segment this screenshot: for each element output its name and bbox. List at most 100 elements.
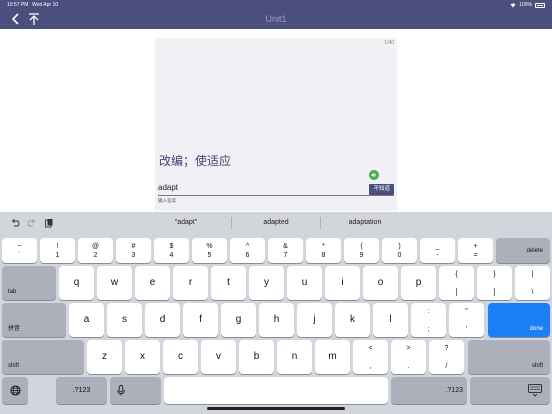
symbol-key-z-1-upper: > (406, 345, 411, 352)
redo-icon[interactable] (27, 218, 37, 228)
symbol-key-q-1[interactable]: }] (477, 266, 512, 300)
key-s[interactable]: s (107, 303, 142, 337)
symbol-key-a-1[interactable]: " ' (449, 303, 484, 337)
symbol-key-a-1-lower: ' (465, 326, 468, 333)
key-l[interactable]: l (373, 303, 408, 337)
suggestion-2[interactable]: adapted (232, 212, 320, 234)
tab-key-label: tab (8, 289, 17, 295)
hide-keyboard-key[interactable] (470, 377, 550, 404)
dont-know-button[interactable]: 不知道 (369, 184, 394, 195)
answer-input[interactable] (158, 183, 358, 192)
key-w[interactable]: w (97, 266, 132, 300)
shift-left-label: shift (8, 363, 20, 369)
key-q[interactable]: q (59, 266, 94, 300)
number-key-4-lower: 4 (169, 252, 174, 259)
number-key-3-lower: 3 (131, 252, 136, 259)
battery-percent: 100% (519, 2, 532, 8)
key-e[interactable]: e (135, 266, 170, 300)
numbers-key-left-label: .?123 (72, 387, 91, 394)
key-d[interactable]: d (145, 303, 180, 337)
key-t[interactable]: t (211, 266, 246, 300)
clipboard-icon[interactable] (44, 218, 54, 228)
key-u[interactable]: u (287, 266, 322, 300)
speaker-icon[interactable] (369, 170, 379, 180)
number-key-8[interactable]: * 8 (306, 238, 341, 263)
number-key-12-upper: + (473, 243, 478, 250)
app-screen: 10:57 PM Wed Apr 10 100% Unit1 1/40 改编；使… (0, 0, 552, 414)
tab-key[interactable]: tab (2, 266, 56, 300)
symbol-key-a-0-upper: : (427, 308, 430, 315)
number-key-2-lower: 2 (93, 252, 98, 259)
shift-right-label: shift (531, 363, 543, 369)
number-key-2[interactable]: @2 (78, 238, 113, 263)
space-bar[interactable] (164, 377, 388, 404)
number-key-5[interactable]: % 5 (192, 238, 227, 263)
wifi-icon (510, 3, 516, 7)
key-a[interactable]: a (69, 303, 104, 337)
on-screen-keyboard: "adapt" adapted adaptation ~ `! 1 @2 #3 $4% 5 ^… (0, 212, 552, 414)
symbol-key-z-1[interactable]: >. (391, 340, 426, 374)
key-m[interactable]: m (315, 340, 350, 374)
number-key-12[interactable]: + = (458, 238, 493, 263)
key-k[interactable]: k (335, 303, 370, 337)
number-key-7-upper: & (283, 243, 288, 250)
number-key-1-lower: 1 (55, 252, 60, 259)
symbol-key-z-2-lower: / (445, 363, 448, 370)
shift-left-key[interactable]: shift (2, 340, 84, 374)
number-key-9-upper: ( (360, 243, 363, 250)
main-content: 1/40 改编；使适应 不知道 输入答案 (0, 29, 552, 212)
symbol-key-z-2[interactable]: ? / (429, 340, 464, 374)
number-key-0[interactable]: ~ ` (2, 238, 37, 263)
key-f[interactable]: f (183, 303, 218, 337)
pinyin-key[interactable]: 拼音 (2, 303, 66, 337)
suggestion-1[interactable]: "adapt" (141, 212, 231, 234)
key-x[interactable]: x (125, 340, 160, 374)
key-n[interactable]: n (277, 340, 312, 374)
symbol-key-q-2[interactable]: | \ (515, 266, 550, 300)
key-y[interactable]: y (249, 266, 284, 300)
suggestion-3[interactable]: adaptation (321, 212, 409, 234)
symbol-key-q-1-upper: } (493, 271, 496, 278)
status-date: Wed Apr 10 (32, 2, 59, 8)
number-key-8-upper: * (322, 243, 325, 250)
numbers-key-left[interactable]: .?123 (56, 377, 107, 404)
delete-key[interactable]: delete (496, 238, 550, 263)
globe-key[interactable] (2, 377, 28, 404)
symbol-key-q-0[interactable]: {[ (439, 266, 474, 300)
key-z[interactable]: z (87, 340, 122, 374)
number-key-1[interactable]: ! 1 (40, 238, 75, 263)
key-i[interactable]: i (325, 266, 360, 300)
key-r[interactable]: r (173, 266, 208, 300)
symbol-key-a-0[interactable]: :; (411, 303, 446, 337)
number-key-10[interactable]: ) 0 (382, 238, 417, 263)
pinyin-key-label: 拼音 (8, 326, 21, 332)
number-key-4[interactable]: $4 (154, 238, 189, 263)
dictation-key[interactable] (110, 377, 161, 404)
battery-icon (535, 2, 545, 8)
number-key-3[interactable]: #3 (116, 238, 151, 263)
key-j[interactable]: j (297, 303, 332, 337)
key-v[interactable]: v (201, 340, 236, 374)
numbers-key-right[interactable]: .?123 (391, 377, 467, 404)
key-p[interactable]: p (401, 266, 436, 300)
numbers-key-right-label: .?123 (445, 387, 463, 394)
symbol-key-q-0-lower: [ (455, 289, 458, 296)
number-key-6[interactable]: ^ 6 (230, 238, 265, 263)
shift-right-key[interactable]: shift (468, 340, 550, 374)
number-key-0-lower: ` (18, 252, 21, 259)
key-o[interactable]: o (363, 266, 398, 300)
number-key-5-upper: % (206, 243, 213, 250)
undo-icon[interactable] (10, 218, 20, 228)
done-key[interactable]: done (488, 303, 550, 337)
key-h[interactable]: h (259, 303, 294, 337)
number-key-10-lower: 0 (397, 252, 402, 259)
key-c[interactable]: c (163, 340, 198, 374)
number-key-7[interactable]: & 7 (268, 238, 303, 263)
key-g[interactable]: g (221, 303, 256, 337)
key-b[interactable]: b (239, 340, 274, 374)
number-key-11[interactable]: _ - (420, 238, 455, 263)
symbol-key-z-0[interactable]: <, (353, 340, 388, 374)
number-key-3-upper: # (131, 243, 136, 250)
number-key-9[interactable]: (9 (344, 238, 379, 263)
home-indicator (207, 407, 345, 410)
